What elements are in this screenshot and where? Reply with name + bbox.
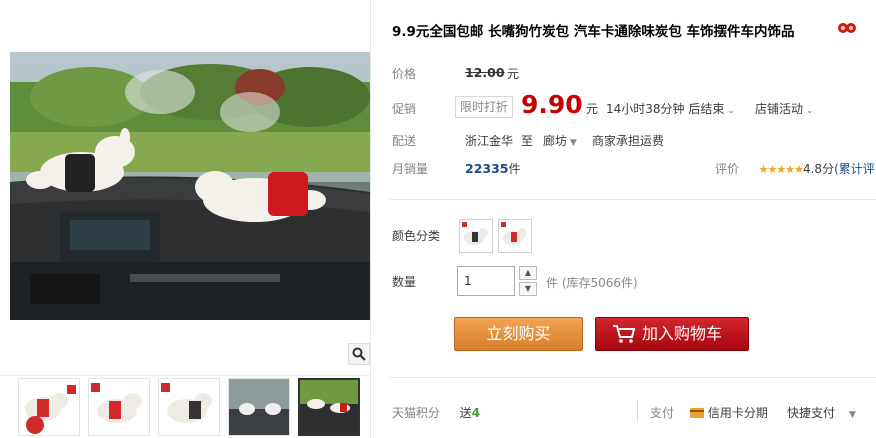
magnifier-icon bbox=[352, 347, 366, 361]
dog-red-swatch-icon bbox=[501, 222, 527, 245]
car-dashboard-photo bbox=[10, 52, 370, 320]
sales-unit: 件 bbox=[508, 162, 521, 176]
sales-count: 22335 bbox=[465, 161, 509, 176]
thumbnail-1[interactable] bbox=[18, 378, 80, 436]
original-price: 12.00 bbox=[465, 65, 505, 80]
image-gallery bbox=[0, 0, 371, 438]
rating-score: 4.8分 bbox=[802, 162, 835, 176]
quick-pay-dropdown[interactable]: 快捷支付 ▼ bbox=[787, 404, 856, 421]
divider bbox=[390, 199, 876, 200]
shop-activity-label: 店铺活动 bbox=[755, 102, 804, 116]
ship-from: 浙江金华 bbox=[465, 134, 514, 148]
promo-tag: 限时打折 bbox=[455, 96, 513, 118]
dog-thumbnail-icon bbox=[161, 383, 212, 423]
dog-thumbnail-icon bbox=[25, 385, 76, 434]
promo-price: 9.90 bbox=[521, 90, 583, 119]
divider bbox=[637, 400, 638, 422]
credit-installment-option[interactable]: 信用卡分期 bbox=[690, 404, 768, 421]
chevron-up-icon: ▲ bbox=[524, 268, 532, 277]
pay-label: 支付 bbox=[650, 406, 675, 420]
chevron-down-icon: ⌄ bbox=[724, 106, 735, 116]
credit-installment-label: 信用卡分期 bbox=[707, 406, 768, 420]
ship-to-word: 至 bbox=[521, 134, 534, 148]
promo-price-unit: 元 bbox=[586, 102, 599, 116]
color-option-red[interactable] bbox=[498, 219, 532, 253]
points-label: 天猫积分 bbox=[392, 406, 441, 420]
divider bbox=[390, 377, 876, 378]
monthly-sales: 22335件 bbox=[465, 160, 521, 177]
promo-timer[interactable]: 14小时38分钟 后结束 ⌄ bbox=[606, 100, 735, 117]
price-label: 价格 bbox=[392, 67, 417, 81]
rating-stars: ★★★★★ bbox=[758, 163, 804, 176]
zoom-button[interactable] bbox=[348, 343, 370, 365]
buy-now-button[interactable]: 立刻购买 bbox=[454, 317, 583, 351]
stock-info: 件 (库存5066件) bbox=[546, 276, 638, 290]
tmall-badge-icon bbox=[838, 23, 856, 33]
main-product-image[interactable] bbox=[10, 52, 370, 320]
rating: 评价 ★★★★★4.8分(累计评 bbox=[715, 160, 875, 177]
ship-destination: 廊坊 bbox=[543, 134, 568, 148]
promo-label: 促销 bbox=[392, 102, 417, 116]
credit-card-icon bbox=[690, 408, 704, 418]
tmall-points: 天猫积分 送4 bbox=[392, 404, 480, 421]
reviews-link[interactable]: (累计评 bbox=[834, 162, 875, 176]
color-option-black[interactable] bbox=[459, 219, 493, 253]
chevron-down-icon: ▼ bbox=[524, 284, 532, 293]
dog-thumbnail-icon bbox=[91, 383, 142, 423]
quick-pay-label: 快捷支付 bbox=[787, 406, 836, 420]
product-title: 9.9元全国包邮 长嘴狗竹炭包 汽车卡通除味炭包 车饰摆件车内饰品 bbox=[392, 24, 795, 40]
quantity-label: 数量 bbox=[392, 275, 417, 289]
color-label: 颜色分类 bbox=[392, 229, 441, 243]
points-value: 4 bbox=[471, 406, 481, 420]
ship-destination-dropdown[interactable]: 廊坊 ▼ bbox=[543, 132, 577, 149]
points-prefix: 送 bbox=[459, 406, 472, 420]
thumbnail-strip bbox=[0, 375, 371, 438]
chevron-down-icon: ⌄ bbox=[803, 106, 814, 116]
price-area: 价格 12.00 元 促销 限时打折 9.90 元 14小时38分钟 后结束 ⌄… bbox=[380, 52, 876, 190]
quantity-increase-button[interactable]: ▲ bbox=[519, 266, 537, 280]
quantity-decrease-button[interactable]: ▼ bbox=[519, 282, 537, 296]
car-interior-thumbnail-icon bbox=[229, 379, 289, 435]
thumbnail-2[interactable] bbox=[88, 378, 150, 436]
sales-label: 月销量 bbox=[392, 162, 429, 176]
thumbnail-3[interactable] bbox=[158, 378, 220, 436]
thumbnail-5[interactable] bbox=[298, 378, 360, 436]
shipping-fee: 商家承担运费 bbox=[592, 134, 665, 148]
add-to-cart-label: 加入购物车 bbox=[642, 324, 723, 343]
shop-activity-dropdown[interactable]: 店铺活动 ⌄ bbox=[755, 100, 813, 117]
thumbnail-4[interactable] bbox=[228, 378, 290, 436]
timer-text: 14小时38分钟 后结束 bbox=[606, 102, 725, 116]
quantity-input[interactable]: 1 bbox=[457, 266, 515, 296]
cart-icon bbox=[613, 325, 636, 343]
shipping-label: 配送 bbox=[392, 134, 417, 148]
product-info-panel: 9.9元全国包邮 长嘴狗竹炭包 汽车卡通除味炭包 车饰摆件车内饰品 价格 12.… bbox=[372, 0, 876, 438]
add-to-cart-button[interactable]: 加入购物车 bbox=[595, 317, 749, 351]
dog-black-swatch-icon bbox=[462, 222, 488, 245]
rating-label: 评价 bbox=[715, 162, 740, 176]
caret-down-icon: ▼ bbox=[849, 410, 856, 420]
dashboard-thumbnail-icon bbox=[300, 380, 358, 434]
caret-down-icon: ▼ bbox=[567, 138, 577, 148]
price-unit: 元 bbox=[507, 67, 520, 81]
